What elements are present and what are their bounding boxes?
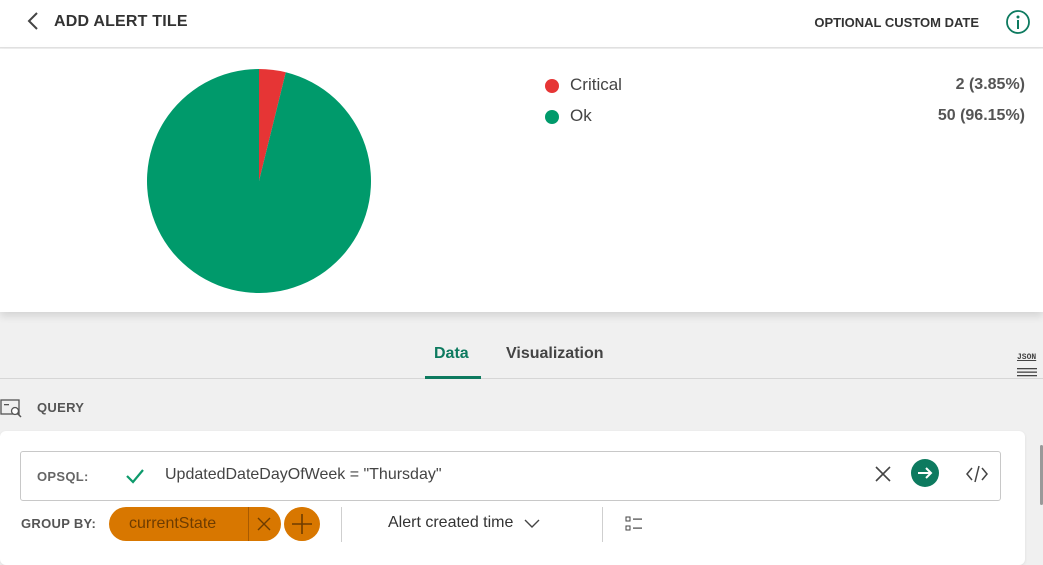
- chart-preview-panel: Critical 2 (3.85%) Ok 50 (96.15%): [0, 49, 1043, 312]
- query-icon: [0, 399, 22, 418]
- header-bar: ADD ALERT TILE OPTIONAL CUSTOM DATE: [0, 0, 1043, 48]
- run-query-icon[interactable]: [910, 458, 940, 488]
- legend-label: Ok: [570, 106, 592, 125]
- opsql-query-text[interactable]: UpdatedDateDayOfWeek = "Thursday": [165, 466, 442, 484]
- json-lines-icon: [1017, 368, 1037, 377]
- query-card: OPSQL: UpdatedDateDayOfWeek = "Thursday"…: [0, 431, 1025, 565]
- divider: [602, 507, 603, 542]
- page-title: ADD ALERT TILE: [54, 13, 188, 30]
- tab-visualization[interactable]: Visualization: [506, 345, 604, 363]
- legend-value: 2 (3.85%): [955, 76, 1025, 93]
- query-section-header: QUERY: [0, 397, 200, 419]
- chevron-down-icon: [524, 519, 540, 528]
- close-icon[interactable]: [873, 464, 893, 484]
- group-by-label: GROUP BY:: [21, 516, 97, 531]
- group-by-chip[interactable]: currentState: [109, 507, 281, 541]
- info-icon[interactable]: [1005, 9, 1031, 35]
- pie-chart: [147, 69, 372, 293]
- tab-data[interactable]: Data: [434, 345, 469, 363]
- sort-dropdown[interactable]: Alert created time: [388, 514, 540, 532]
- json-label: JSON: [1017, 353, 1037, 362]
- check-icon: [126, 469, 144, 484]
- legend-color-dot: [545, 79, 559, 93]
- chip-divider: [248, 507, 249, 541]
- chevron-left-icon[interactable]: [24, 11, 44, 31]
- close-icon[interactable]: [253, 513, 275, 535]
- query-section-label: QUERY: [37, 400, 85, 415]
- list-settings-icon[interactable]: [625, 516, 643, 532]
- optional-custom-date-button[interactable]: OPTIONAL CUSTOM DATE: [814, 15, 979, 30]
- legend-color-dot: [545, 110, 559, 124]
- legend-value: 50 (96.15%): [937, 107, 1025, 124]
- divider: [341, 507, 342, 542]
- opsql-query-field[interactable]: OPSQL: UpdatedDateDayOfWeek = "Thursday": [20, 451, 1001, 501]
- opsql-label: OPSQL:: [37, 469, 89, 484]
- active-tab-indicator: [425, 376, 481, 379]
- legend-label: Critical: [570, 75, 622, 94]
- sort-dropdown-label: Alert created time: [388, 514, 514, 531]
- tab-bar: Data Visualization JSON: [0, 336, 1043, 379]
- legend-item-critical[interactable]: Critical 2 (3.85%): [545, 74, 1025, 105]
- code-icon[interactable]: [965, 463, 989, 485]
- json-icon[interactable]: JSON: [1017, 346, 1039, 377]
- legend-item-ok[interactable]: Ok 50 (96.15%): [545, 105, 1025, 136]
- add-group-by-button[interactable]: [284, 507, 320, 541]
- group-by-chip-label: currentState: [129, 515, 217, 532]
- chart-legend: Critical 2 (3.85%) Ok 50 (96.15%): [545, 74, 1025, 136]
